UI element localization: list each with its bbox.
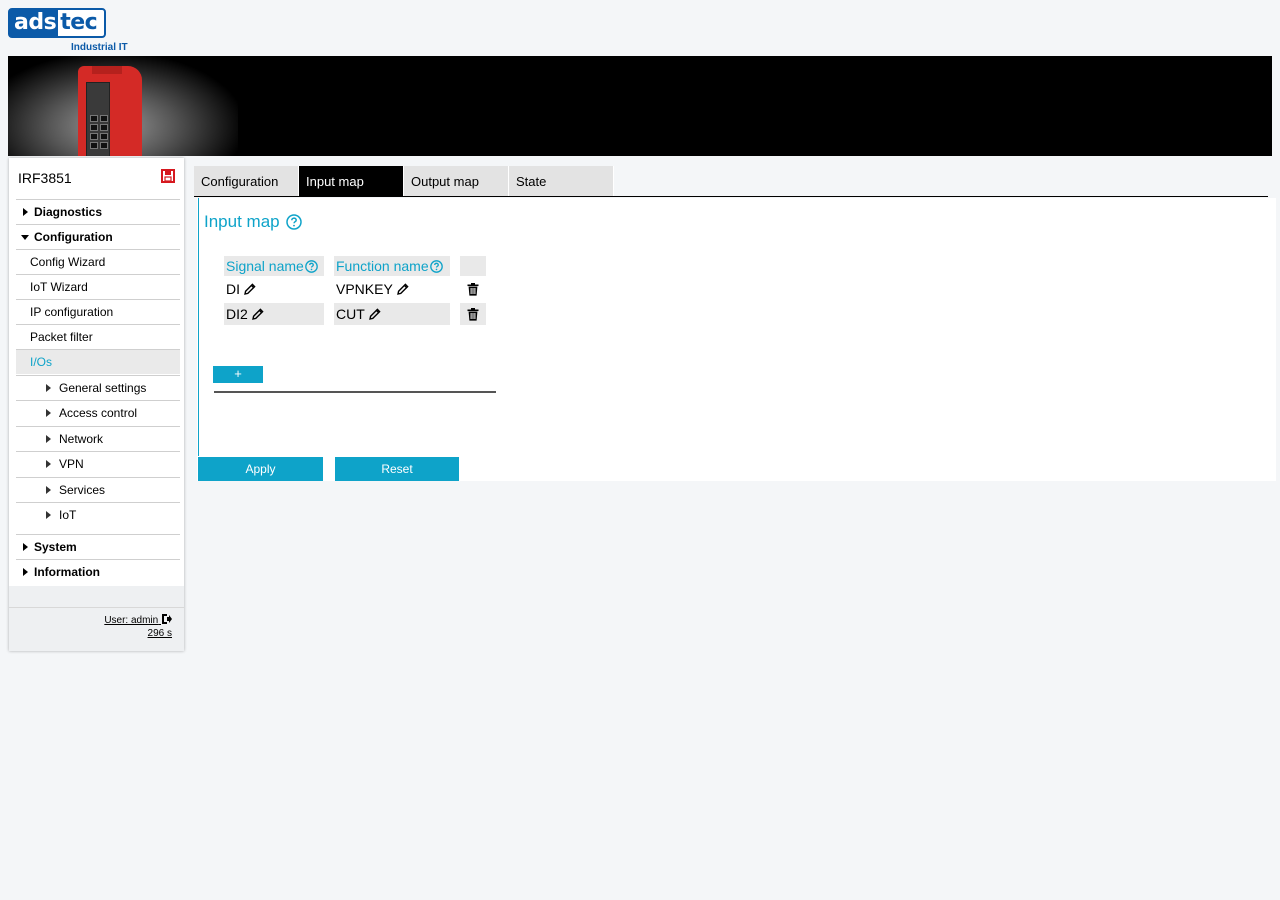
sidebar-item-label: Information xyxy=(34,565,100,579)
column-header-actions xyxy=(460,256,486,276)
table-cell-signal[interactable]: DI2 xyxy=(224,303,324,325)
expand-arrow-icon xyxy=(46,384,51,392)
column-header-label: Function name xyxy=(336,258,429,274)
sidebar-item-configuration[interactable]: Configuration xyxy=(16,224,180,249)
logo-tec: tec xyxy=(60,10,98,35)
sidebar-item-diagnostics[interactable]: Diagnostics xyxy=(16,199,180,224)
help-icon[interactable] xyxy=(429,259,443,273)
logo-subtitle: Industrial IT xyxy=(71,42,128,53)
sidebar: IRF3851 Diagnostics Configuration Config… xyxy=(9,158,184,651)
sidebar-item-iot-wizard[interactable]: IoT Wizard xyxy=(16,274,180,299)
sidebar-item-label: Configuration xyxy=(34,230,113,244)
tab-underline xyxy=(194,196,1268,197)
sidebar-item-label: Config Wizard xyxy=(30,255,106,269)
tab-state[interactable]: State xyxy=(509,166,614,196)
tab-input-map[interactable]: Input map xyxy=(299,166,404,196)
sidebar-item-label: IoT xyxy=(59,508,77,522)
expand-arrow-icon xyxy=(46,486,51,494)
sidebar-item-network[interactable]: Network xyxy=(16,426,180,451)
function-value: VPNKEY xyxy=(336,281,393,297)
sidebar-item-services[interactable]: Services xyxy=(16,477,180,502)
expand-arrow-icon xyxy=(22,543,28,551)
adstec-logo: ads tec Industrial IT xyxy=(8,8,138,54)
device-ports xyxy=(89,113,109,149)
logo-ads: ads xyxy=(10,10,59,36)
table-cell-function[interactable]: VPNKEY xyxy=(334,278,450,300)
page-title: Input map xyxy=(204,212,302,232)
collapse-arrow-icon xyxy=(21,234,29,240)
sidebar-item-label: Packet filter xyxy=(30,330,93,344)
sidebar-divider xyxy=(9,607,184,608)
main-panel xyxy=(197,198,1276,481)
table-divider xyxy=(214,391,496,393)
expand-arrow-icon xyxy=(46,435,51,443)
column-header-function-name: Function name xyxy=(334,256,450,276)
sidebar-item-iot[interactable]: IoT xyxy=(16,502,180,527)
sidebar-item-label: Services xyxy=(59,483,106,497)
column-header-signal-name: Signal name xyxy=(224,256,324,276)
expand-arrow-icon xyxy=(46,511,51,519)
expand-arrow-icon xyxy=(46,409,51,417)
signal-value: DI2 xyxy=(226,306,248,322)
sidebar-item-ios[interactable]: I/Os xyxy=(16,349,180,374)
add-row-button[interactable]: + xyxy=(213,366,263,383)
sidebar-item-label: Access control xyxy=(59,406,138,420)
sidebar-item-label: IP configuration xyxy=(30,305,114,319)
sidebar-item-label: General settings xyxy=(59,381,147,395)
sidebar-item-access-control[interactable]: Access control xyxy=(16,400,180,425)
sidebar-item-packet-filter[interactable]: Packet filter xyxy=(16,324,180,349)
sidebar-item-label: IoT Wizard xyxy=(30,280,88,294)
delete-row-button[interactable] xyxy=(460,303,486,325)
logout-icon xyxy=(162,614,172,624)
delete-row-button[interactable] xyxy=(460,278,486,300)
edit-pencil-icon[interactable] xyxy=(251,308,264,320)
sidebar-item-label: Diagnostics xyxy=(34,205,103,219)
tab-bar: Configuration Input map Output map State xyxy=(194,166,614,196)
save-icon[interactable] xyxy=(161,169,175,183)
sidebar-item-label: I/Os xyxy=(30,355,53,369)
function-value: CUT xyxy=(336,306,365,322)
sidebar-item-label: VPN xyxy=(59,457,84,471)
help-icon[interactable] xyxy=(285,214,302,230)
apply-button[interactable]: Apply xyxy=(198,457,323,481)
device-name: IRF3851 xyxy=(18,170,72,186)
session-timer: 296 s xyxy=(147,628,172,639)
header-banner xyxy=(8,56,1272,156)
user-logout-link[interactable]: User: admin xyxy=(104,614,172,626)
page-title-text: Input map xyxy=(204,212,280,231)
expand-arrow-icon xyxy=(22,568,28,576)
table-cell-signal[interactable]: DI xyxy=(224,278,324,300)
device-front-panel xyxy=(86,82,110,156)
reset-button[interactable]: Reset xyxy=(335,457,459,481)
trash-icon xyxy=(467,282,479,296)
expand-arrow-icon xyxy=(46,460,51,468)
tab-output-map[interactable]: Output map xyxy=(404,166,509,196)
sidebar-item-general-settings[interactable]: General settings xyxy=(16,375,180,400)
column-header-label: Signal name xyxy=(226,258,304,274)
table-cell-function[interactable]: CUT xyxy=(334,303,450,325)
edit-pencil-icon[interactable] xyxy=(368,308,381,320)
user-label: User: admin xyxy=(104,615,159,626)
sidebar-item-label: Network xyxy=(59,432,104,446)
router-device-image xyxy=(78,66,142,156)
sidebar-item-information[interactable]: Information xyxy=(16,559,180,584)
panel-accent-border xyxy=(198,198,199,456)
sidebar-item-label: System xyxy=(34,540,77,554)
sidebar-item-ip-configuration[interactable]: IP configuration xyxy=(16,299,180,324)
device-antenna-block xyxy=(92,66,122,74)
edit-pencil-icon[interactable] xyxy=(244,283,256,295)
trash-icon xyxy=(467,307,479,321)
help-icon[interactable] xyxy=(304,259,318,273)
expand-arrow-icon xyxy=(22,208,28,216)
tab-configuration[interactable]: Configuration xyxy=(194,166,299,196)
sidebar-item-vpn[interactable]: VPN xyxy=(16,451,180,476)
logo-wordmark: ads tec xyxy=(8,8,106,38)
sidebar-item-system[interactable]: System xyxy=(16,534,180,559)
sidebar-item-config-wizard[interactable]: Config Wizard xyxy=(16,249,180,274)
signal-value: DI xyxy=(226,281,240,297)
sidebar-menu: IRF3851 Diagnostics Configuration Config… xyxy=(9,158,184,586)
edit-pencil-icon[interactable] xyxy=(396,283,409,295)
